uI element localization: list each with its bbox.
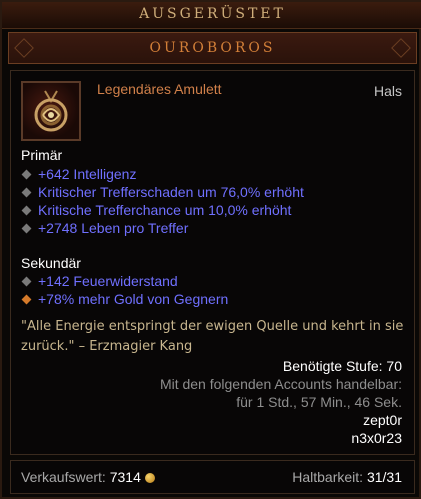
equipped-header: AUSGERÜSTET: [2, 2, 421, 29]
banner-ornament-right: [391, 38, 411, 58]
primary-stat: Kritische Trefferchance um 10,0% erhöht: [21, 201, 291, 219]
sell-value-amount: 7314: [109, 469, 141, 485]
durability-value: 31/31: [366, 469, 402, 485]
secondary-stat: +78% mehr Gold von Gegnern: [21, 290, 228, 308]
gold-coin-icon: [144, 473, 155, 483]
primary-stat: +642 Intelligenz: [21, 165, 136, 183]
banner-ornament-left: [14, 38, 34, 58]
tradeable-note: Mit den folgenden Accounts handelbar:: [159, 376, 402, 392]
affix-bullet-icon: [21, 223, 32, 234]
sell-value: Verkaufswert: 7314: [21, 469, 155, 485]
amulet-icon-graphic: [34, 90, 68, 132]
affix-bullet-icon: [21, 169, 32, 180]
tradeable-account: n3x0r23: [351, 430, 402, 446]
item-slot: Hals: [373, 83, 402, 99]
item-name: OUROBOROS: [149, 40, 276, 56]
primary-stat: Kritischer Trefferschaden um 76,0% erhöh…: [21, 183, 304, 201]
tradeable-time: für 1 Std., 57 Min., 46 Sek.: [236, 394, 402, 410]
equipped-label: AUSGERÜSTET: [139, 6, 286, 22]
item-name-banner: OUROBOROS: [8, 32, 417, 64]
item-tooltip: AUSGERÜSTET OUROBOROS Legendäres Amulett…: [0, 0, 421, 499]
affix-bullet-icon: [21, 276, 32, 287]
durability: Haltbarkeit: 31/31: [292, 469, 402, 485]
primary-section-title: Primär: [21, 147, 63, 163]
amulet-icon[interactable]: [21, 81, 81, 141]
secondary-stat: +142 Feuerwiderstand: [21, 272, 178, 290]
required-level: Benötigte Stufe: 70: [282, 358, 402, 374]
affix-bullet-icon: [21, 187, 32, 198]
affix-bullet-icon: [21, 205, 32, 216]
flavor-text: "Alle Energie entspringt der ewigen Quel…: [21, 319, 404, 354]
item-type: Legendäres Amulett: [97, 81, 222, 97]
primary-stat: +2748 Leben pro Treffer: [21, 219, 188, 237]
tooltip-footer: Verkaufswert: 7314 Haltbarkeit: 31/31: [10, 460, 415, 494]
gold-affix-bullet-icon: [21, 294, 32, 305]
item-details: Legendäres Amulett Hals Primär +642 Inte…: [10, 70, 415, 455]
tradeable-account: zept0r: [363, 412, 402, 428]
sell-value-label: Verkaufswert:: [21, 469, 106, 485]
durability-label: Haltbarkeit:: [292, 469, 364, 485]
secondary-section-title: Sekundär: [21, 255, 81, 271]
